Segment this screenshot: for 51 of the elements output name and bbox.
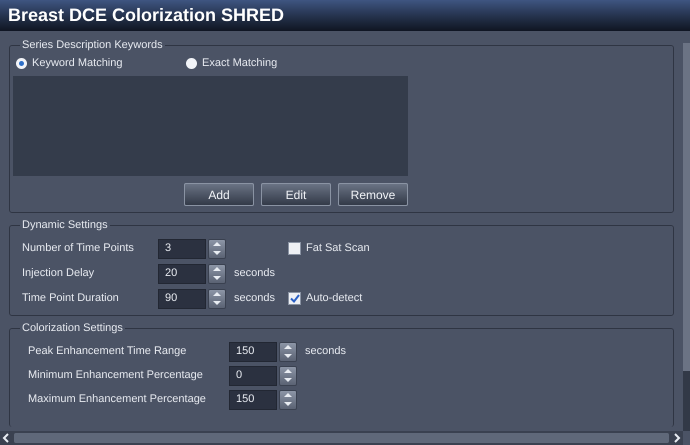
- radio-label: Exact Matching: [202, 56, 278, 71]
- vertical-scrollbar[interactable]: [683, 43, 690, 431]
- spin-buttons[interactable]: [208, 238, 226, 258]
- spin-buttons[interactable]: [208, 288, 226, 308]
- horizontal-scrollbar[interactable]: [0, 431, 683, 445]
- checkbox[interactable]: [288, 242, 301, 255]
- checkbox[interactable]: [288, 292, 301, 305]
- action-button[interactable]: Add: [184, 183, 254, 206]
- down-arrow-icon: [213, 301, 221, 305]
- number-field[interactable]: 150: [229, 342, 277, 362]
- field-label: Injection Delay: [21, 266, 96, 282]
- down-arrow-icon: [284, 402, 292, 406]
- spin-buttons[interactable]: [279, 342, 297, 362]
- spin-buttons[interactable]: [208, 264, 226, 284]
- unit-label: seconds: [234, 267, 275, 280]
- down-arrow-icon: [213, 276, 221, 280]
- down-arrow-icon: [213, 251, 221, 255]
- checkbox-label: Auto-detect: [306, 291, 362, 306]
- unit-label: seconds: [304, 344, 346, 360]
- number-field[interactable]: 150: [229, 390, 277, 410]
- checkbox-label: Fat Sat Scan: [306, 241, 370, 256]
- field-label: Time Point Duration: [21, 291, 120, 306]
- field-label: Peak Enhancement Time Range: [27, 344, 188, 360]
- up-arrow-icon: [284, 345, 292, 349]
- up-arrow-icon: [284, 369, 292, 373]
- unit-label: seconds: [234, 292, 275, 304]
- group-title: Dynamic Settings: [20, 218, 110, 232]
- window-title: Breast DCE Colorization SHRED: [8, 4, 284, 27]
- group-title: Series Description Keywords: [20, 38, 165, 52]
- up-arrow-icon: [213, 267, 221, 271]
- radio-button[interactable]: [16, 58, 27, 68]
- up-arrow-icon: [284, 393, 292, 397]
- field-label: Minimum Enhancement Percentage: [27, 368, 204, 384]
- checkmark-icon: [290, 294, 300, 303]
- number-field[interactable]: 90: [158, 288, 206, 308]
- up-arrow-icon: [213, 292, 221, 296]
- number-field[interactable]: 0: [229, 366, 277, 386]
- number-field[interactable]: 20: [158, 264, 206, 284]
- down-arrow-icon: [284, 354, 292, 358]
- field-label: Number of Time Points: [21, 241, 135, 256]
- group-title: Colorization Settings: [20, 321, 125, 335]
- spin-buttons[interactable]: [279, 366, 297, 386]
- radio-label: Keyword Matching: [32, 56, 122, 71]
- number-field[interactable]: 3: [158, 238, 206, 258]
- action-button[interactable]: Edit: [261, 183, 331, 206]
- spin-buttons[interactable]: [279, 390, 297, 410]
- up-arrow-icon: [213, 242, 221, 246]
- field-label: Maximum Enhancement Percentage: [27, 392, 207, 408]
- down-arrow-icon: [284, 378, 292, 382]
- radio-button[interactable]: [186, 58, 197, 68]
- action-button[interactable]: Remove: [338, 183, 408, 206]
